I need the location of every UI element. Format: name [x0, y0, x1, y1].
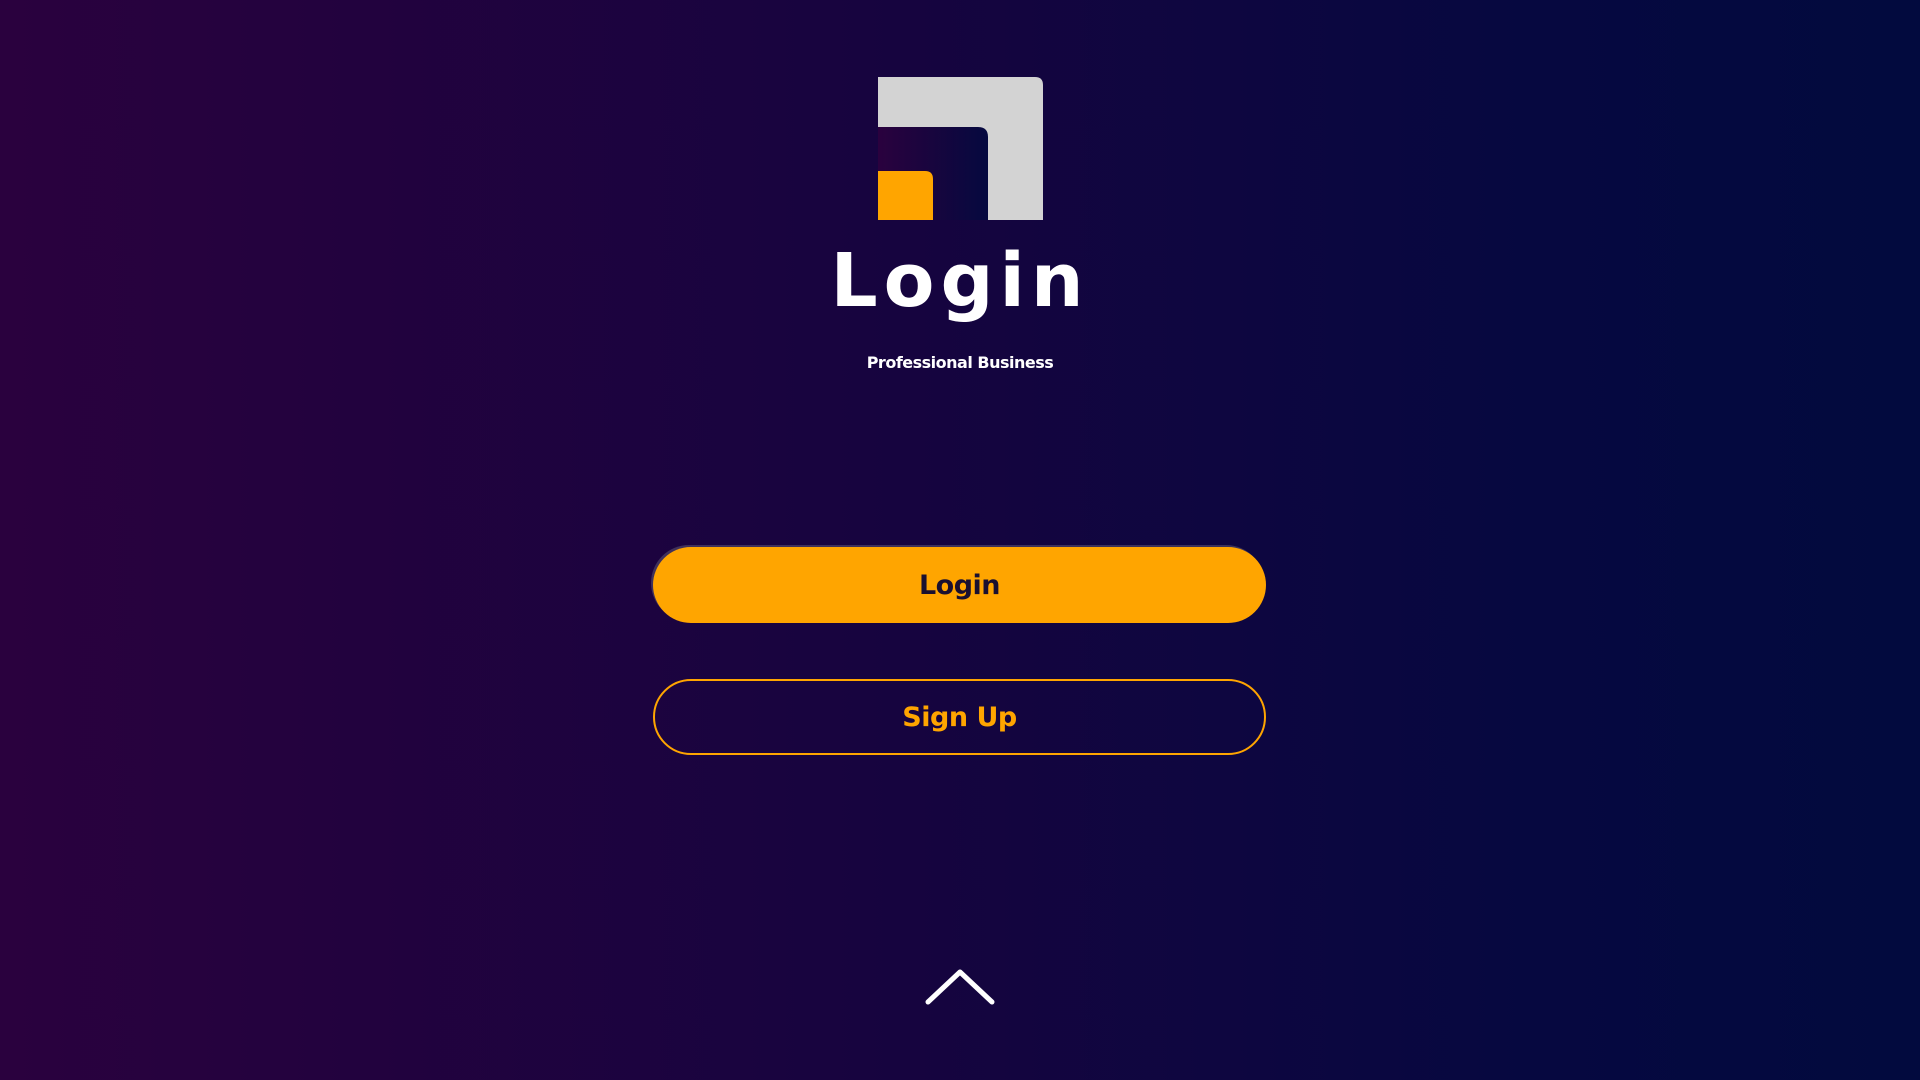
chevron-up-icon[interactable]	[925, 965, 995, 1005]
brand-logo-icon	[878, 77, 1043, 220]
page-title: Login	[830, 238, 1090, 324]
login-button[interactable]: Login	[653, 547, 1266, 623]
signup-button[interactable]: Sign Up	[653, 679, 1266, 755]
page-subtitle: Professional Business	[866, 353, 1054, 372]
